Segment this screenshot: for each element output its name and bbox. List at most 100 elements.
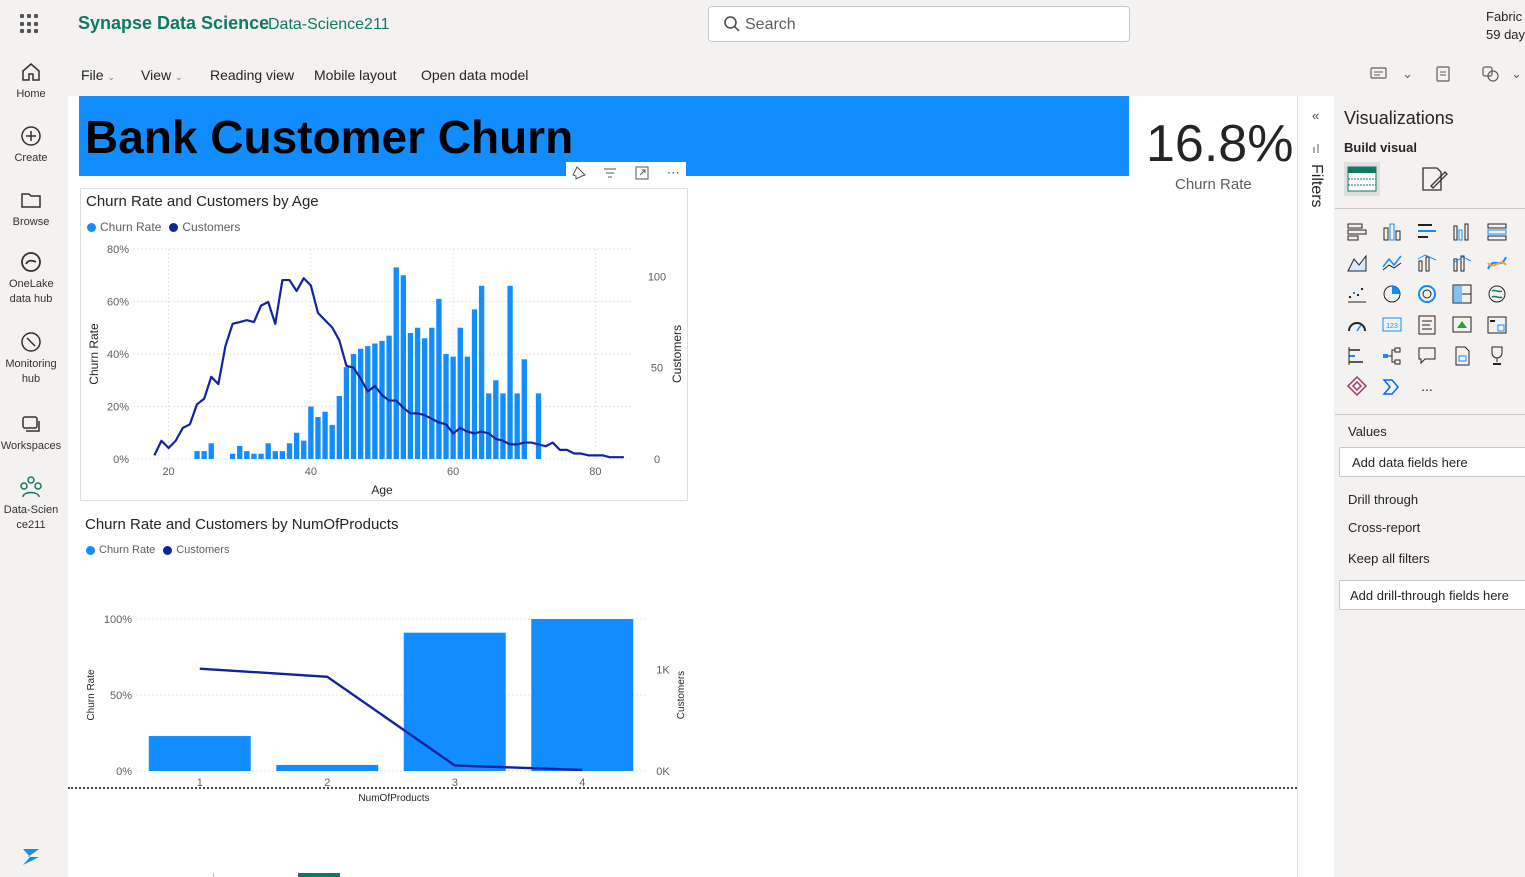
stacked-bar-chart-icon[interactable]	[1345, 220, 1369, 242]
chevron-down-icon[interactable]: ⌄	[1402, 66, 1413, 82]
open-data-model-button[interactable]: Open data model	[421, 67, 528, 83]
card-icon[interactable]: 123	[1380, 313, 1404, 335]
nav-label: Monitoring hub	[5, 358, 57, 385]
pie-chart-icon[interactable]	[1380, 282, 1404, 304]
build-visual-label: Build visual	[1344, 140, 1417, 155]
notes-icon[interactable]	[1435, 66, 1451, 82]
trophy-icon[interactable]	[1485, 344, 1509, 366]
power-apps-icon[interactable]	[1345, 375, 1369, 397]
bar-churn-rate	[322, 411, 328, 459]
clustered-bar-chart-icon[interactable]	[1415, 220, 1439, 242]
bar-churn-rate	[229, 453, 236, 459]
reading-view-button[interactable]: Reading view	[210, 67, 294, 83]
power-automate-icon[interactable]	[1380, 375, 1404, 397]
bar-churn-rate	[357, 348, 364, 459]
bar-churn-rate	[276, 764, 379, 771]
nav-current-workspace[interactable]: Data-Science211	[0, 474, 62, 533]
view-menu[interactable]: View ⌄	[141, 67, 183, 83]
bar-churn-rate	[457, 327, 463, 459]
nav-browse[interactable]: Browse	[0, 188, 62, 230]
visual-types-grid: 123...	[1345, 220, 1525, 397]
app-name[interactable]: Synapse Data Science	[78, 13, 269, 34]
bar-churn-rate	[308, 406, 314, 459]
ribbon-chart-icon[interactable]	[1450, 251, 1474, 273]
nav-label: Browse	[12, 216, 50, 228]
kpi-icon[interactable]	[1450, 313, 1474, 335]
gauge-icon[interactable]	[1345, 313, 1369, 335]
workspace-name[interactable]: Data-Science211	[268, 16, 390, 34]
x-tick-label: 40	[305, 466, 317, 478]
clustered-column-chart-icon[interactable]	[1450, 220, 1474, 242]
treemap-icon[interactable]	[1450, 282, 1474, 304]
bar-churn-rate	[244, 451, 250, 459]
top-bar: Synapse Data Science Data-Science211 Sea…	[0, 0, 1525, 50]
focus-mode-icon[interactable]	[629, 162, 655, 184]
chart-products[interactable]: Churn Rate and Customers by NumOfProduct…	[80, 512, 688, 812]
line-column-chart-icon[interactable]	[1415, 251, 1439, 273]
comment-icon[interactable]	[1370, 66, 1388, 82]
map-icon[interactable]	[1485, 282, 1509, 304]
collapse-icon[interactable]: «	[1312, 108, 1319, 123]
y-tick-label: 80%	[107, 244, 129, 256]
values-well[interactable]: Add data fields here	[1339, 447, 1525, 477]
key-influencers-icon[interactable]	[1345, 344, 1369, 366]
keep-all-filters-label[interactable]: Keep all filters	[1348, 551, 1430, 566]
search-input[interactable]: Search	[708, 6, 1130, 42]
x-tick-label: 20	[162, 466, 174, 478]
nav-workspaces[interactable]: Workspaces	[0, 412, 62, 454]
filter-bars-icon	[1313, 144, 1319, 153]
drill-through-well[interactable]: Add drill-through fields here	[1339, 580, 1525, 610]
area-chart-icon[interactable]	[1345, 251, 1369, 273]
donut-chart-icon[interactable]	[1415, 282, 1439, 304]
nav-monitoring[interactable]: Monitoring hub	[0, 330, 62, 387]
chevron-down-icon[interactable]: ⌄	[1511, 66, 1522, 82]
filters-pane[interactable]: « Filters	[1297, 96, 1334, 877]
line-chart-icon[interactable]	[1380, 251, 1404, 273]
chart-age[interactable]: Churn Rate and Customers by Age Churn Ra…	[80, 188, 688, 501]
bar-churn-rate	[436, 298, 442, 459]
app-launcher-icon[interactable]	[20, 14, 40, 34]
nav-label: Home	[16, 88, 46, 100]
plus-circle-icon	[21, 126, 41, 146]
file-menu[interactable]: File ⌄	[81, 67, 115, 83]
build-visual-tab[interactable]	[1344, 162, 1380, 196]
bar-churn-rate	[486, 393, 492, 459]
kpi-card-value[interactable]: 16.8%	[1146, 114, 1293, 174]
shapes-icon[interactable]	[1482, 66, 1500, 82]
y2-tick-label: 100	[648, 271, 666, 283]
waterfall-chart-icon[interactable]	[1485, 251, 1509, 273]
bar-churn-rate	[471, 309, 478, 459]
slicer-icon[interactable]	[1485, 313, 1509, 335]
bar-churn-rate	[315, 417, 321, 459]
bar-churn-rate	[201, 451, 207, 459]
stacked-column-chart-icon[interactable]	[1380, 220, 1404, 242]
x-axis-title: NumOfProducts	[358, 793, 429, 804]
bar-churn-rate	[400, 275, 407, 459]
decomposition-tree-icon[interactable]	[1380, 344, 1404, 366]
bar-churn-rate	[507, 285, 513, 459]
qna-icon[interactable]	[1415, 344, 1439, 366]
drill-placeholder: Add drill-through fields here	[1350, 588, 1509, 603]
format-visual-icon[interactable]	[1419, 164, 1449, 194]
nav-onelake[interactable]: OneLake data hub	[0, 250, 62, 307]
y-tick-label: 0%	[113, 454, 129, 466]
more-visuals-icon[interactable]: ...	[1415, 375, 1439, 397]
bar-churn-rate	[279, 451, 286, 459]
more-options-icon[interactable]: ⋯	[661, 162, 687, 184]
fabric-logo-icon[interactable]	[20, 845, 42, 867]
trial-status[interactable]: Fabric 59 day	[1486, 8, 1525, 44]
nav-home[interactable]: Home	[0, 60, 62, 102]
scatter-chart-icon[interactable]	[1345, 282, 1369, 304]
bar-churn-rate	[343, 367, 350, 459]
bar-churn-rate	[329, 424, 335, 459]
multi-row-card-icon[interactable]	[1415, 313, 1439, 335]
pin-icon[interactable]	[566, 162, 592, 184]
nav-create[interactable]: Create	[0, 124, 62, 166]
filter-icon[interactable]	[598, 162, 624, 184]
paginated-report-icon[interactable]	[1450, 344, 1474, 366]
active-page-tab[interactable]	[298, 873, 340, 877]
100-stacked-bar-chart-icon[interactable]	[1485, 220, 1509, 242]
cross-report-label[interactable]: Cross-report	[1348, 520, 1420, 535]
mobile-layout-button[interactable]: Mobile layout	[314, 67, 397, 83]
y-tick-label: 60%	[107, 297, 129, 309]
